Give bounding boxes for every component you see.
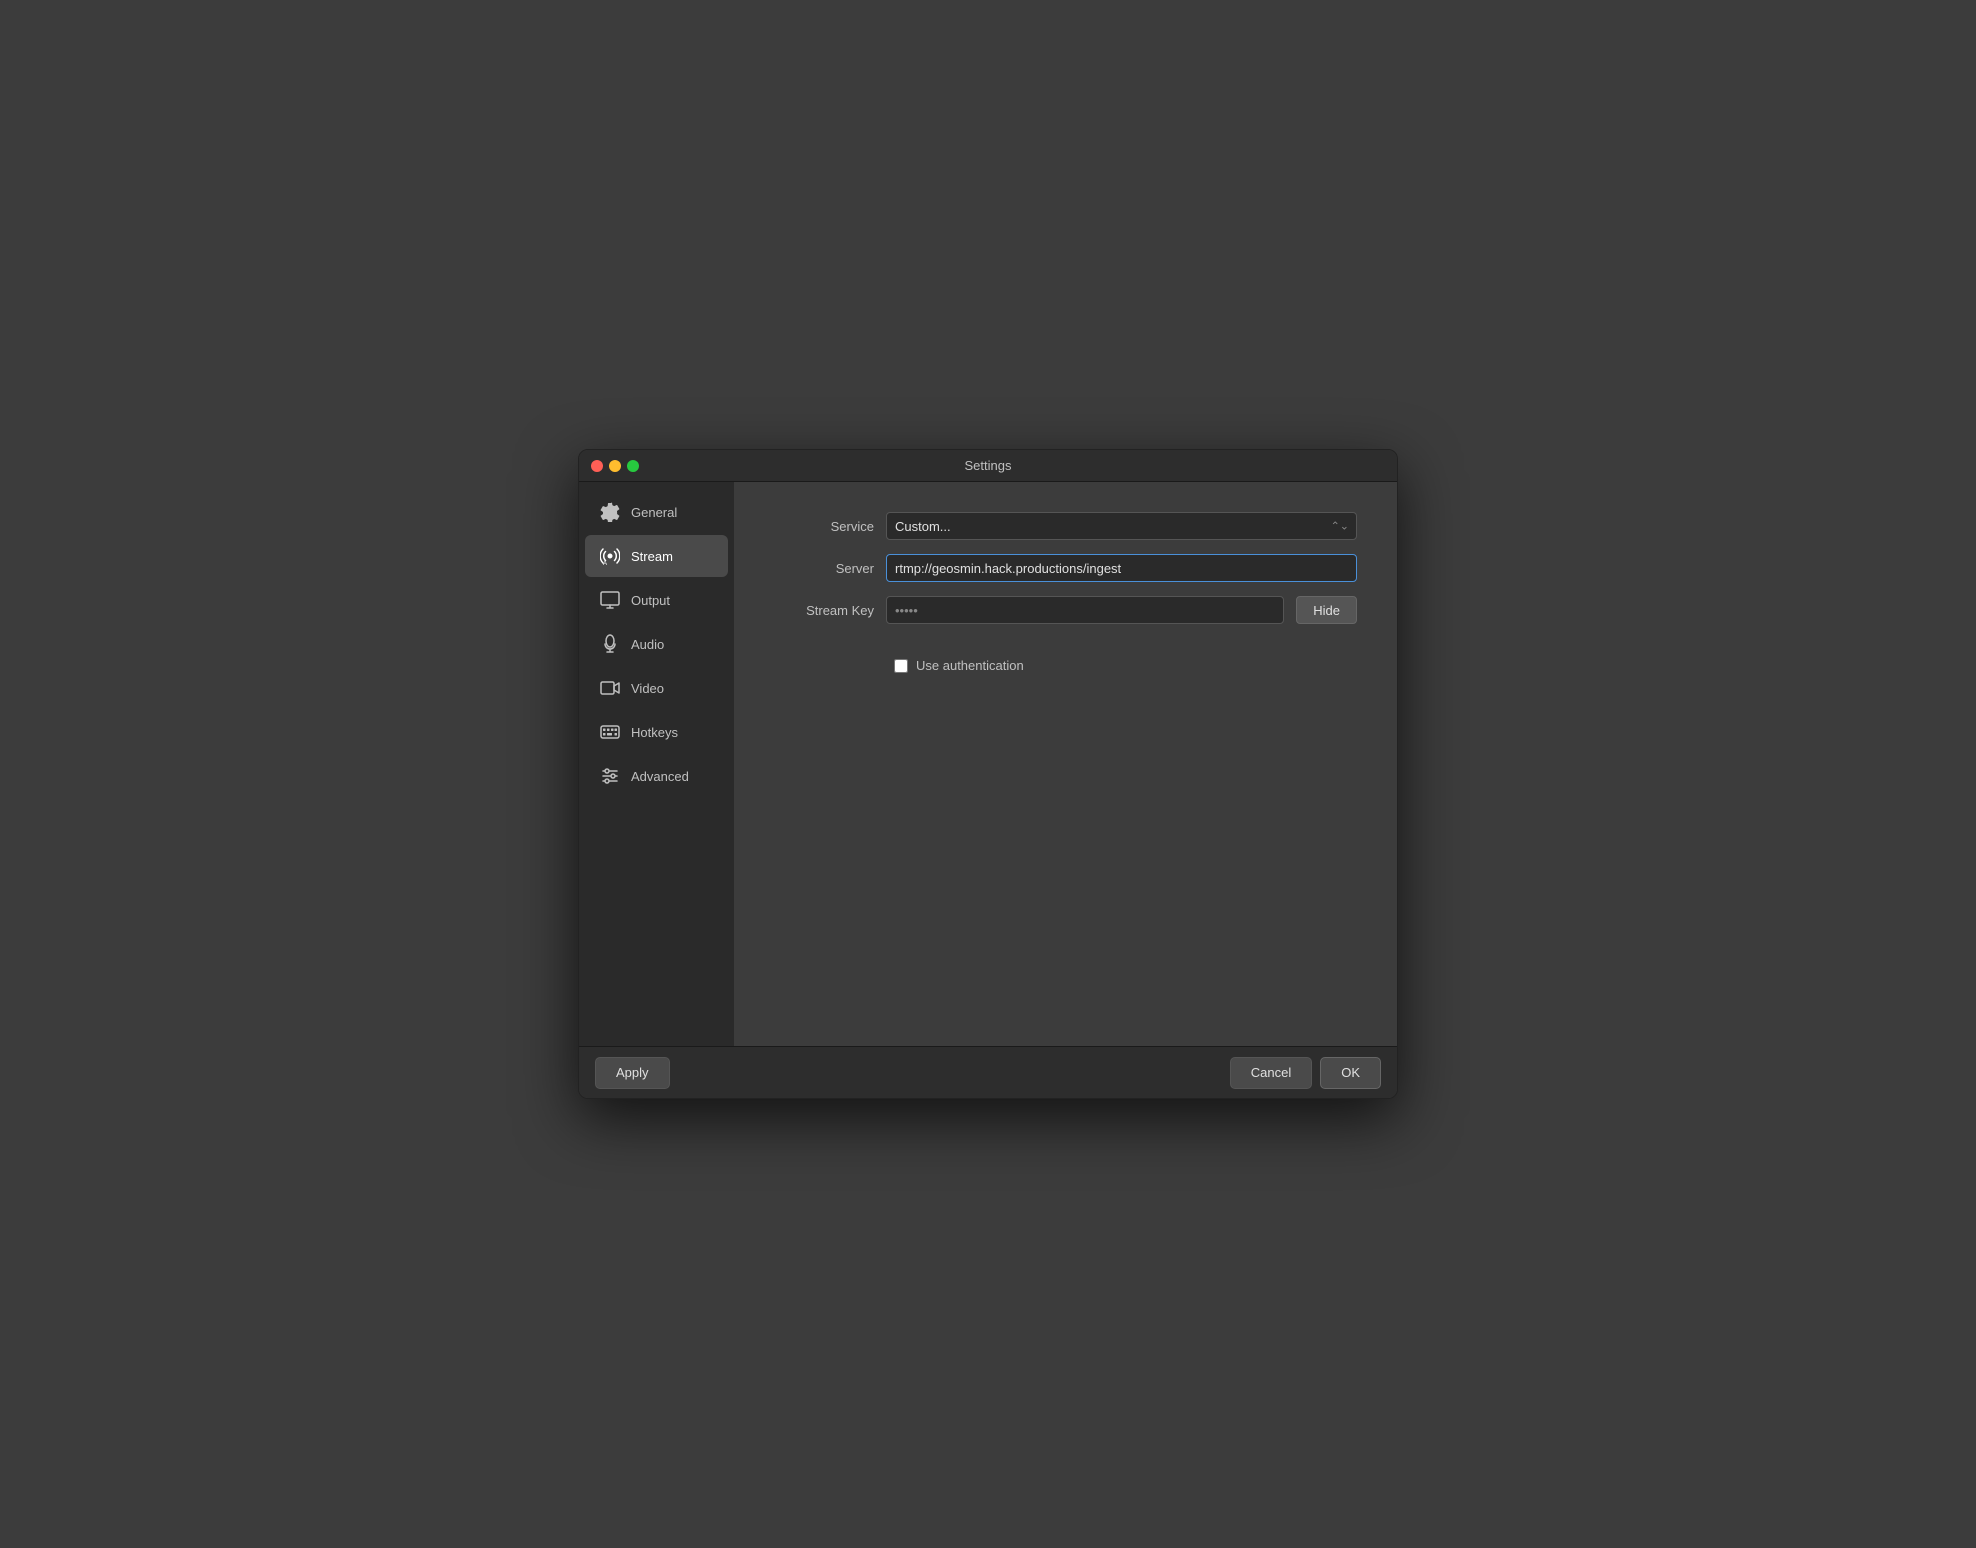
server-row: Server — [774, 554, 1357, 582]
titlebar: Settings — [579, 450, 1397, 482]
maximize-button[interactable] — [627, 460, 639, 472]
sidebar-label-general: General — [631, 505, 677, 520]
sidebar-label-audio: Audio — [631, 637, 664, 652]
stream-key-row: Stream Key Hide — [774, 596, 1357, 624]
hide-button[interactable]: Hide — [1296, 596, 1357, 624]
advanced-icon — [599, 765, 621, 787]
sidebar-item-advanced[interactable]: Advanced — [585, 755, 728, 797]
settings-window: Settings General A — [578, 449, 1398, 1099]
sidebar-label-hotkeys: Hotkeys — [631, 725, 678, 740]
window-title: Settings — [965, 458, 1012, 473]
sidebar-item-general[interactable]: General — [585, 491, 728, 533]
sidebar-item-stream[interactable]: A Stream — [585, 535, 728, 577]
window-controls — [591, 460, 639, 472]
use-auth-checkbox[interactable] — [894, 659, 908, 673]
main-panel: Service Custom... ⌃⌄ Server Stream Key — [734, 482, 1397, 1046]
svg-text:A: A — [603, 561, 607, 566]
sidebar-item-output[interactable]: Output — [585, 579, 728, 621]
stream-icon: A — [599, 545, 621, 567]
audio-icon — [599, 633, 621, 655]
hotkeys-icon — [599, 721, 621, 743]
sidebar-item-hotkeys[interactable]: Hotkeys — [585, 711, 728, 753]
apply-button[interactable]: Apply — [595, 1057, 670, 1089]
bottom-left-buttons: Apply — [595, 1057, 670, 1089]
service-select[interactable]: Custom... — [886, 512, 1357, 540]
server-input[interactable] — [886, 554, 1357, 582]
stream-form: Service Custom... ⌃⌄ Server Stream Key — [774, 512, 1357, 673]
stream-key-input[interactable] — [886, 596, 1284, 624]
sidebar-label-stream: Stream — [631, 549, 673, 564]
stream-key-label: Stream Key — [774, 603, 874, 618]
sidebar-item-video[interactable]: Video — [585, 667, 728, 709]
minimize-button[interactable] — [609, 460, 621, 472]
server-label: Server — [774, 561, 874, 576]
sidebar: General A Stream — [579, 482, 734, 1046]
sidebar-item-audio[interactable]: Audio — [585, 623, 728, 665]
sidebar-label-output: Output — [631, 593, 670, 608]
ok-button[interactable]: OK — [1320, 1057, 1381, 1089]
cancel-button[interactable]: Cancel — [1230, 1057, 1312, 1089]
use-auth-label[interactable]: Use authentication — [916, 658, 1024, 673]
service-label: Service — [774, 519, 874, 534]
service-row: Service Custom... ⌃⌄ — [774, 512, 1357, 540]
bottom-bar: Apply Cancel OK — [579, 1046, 1397, 1098]
main-content: General A Stream — [579, 482, 1397, 1046]
gear-icon — [599, 501, 621, 523]
close-button[interactable] — [591, 460, 603, 472]
sidebar-label-video: Video — [631, 681, 664, 696]
sidebar-label-advanced: Advanced — [631, 769, 689, 784]
output-icon — [599, 589, 621, 611]
video-icon — [599, 677, 621, 699]
bottom-right-buttons: Cancel OK — [1230, 1057, 1381, 1089]
service-select-wrapper: Custom... ⌃⌄ — [886, 512, 1357, 540]
auth-row: Use authentication — [774, 658, 1357, 673]
